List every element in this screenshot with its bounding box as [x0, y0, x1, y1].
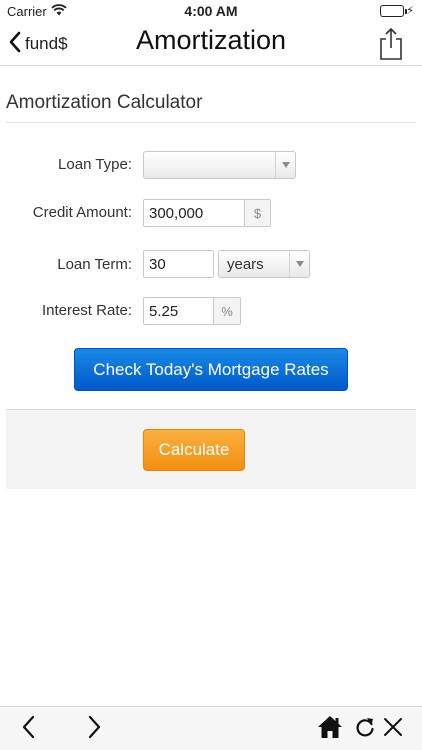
reload-button[interactable]: [350, 714, 380, 744]
chevron-down-icon: [295, 261, 304, 267]
status-time: 4:00 AM: [184, 3, 238, 19]
calculator-title: Amortization Calculator: [6, 92, 203, 113]
interest-rate-input[interactable]: [143, 297, 214, 325]
share-button[interactable]: [376, 27, 406, 61]
forward-arrow-icon: [88, 715, 102, 744]
loan-term-input[interactable]: [143, 250, 214, 278]
battery-icon: [380, 5, 407, 17]
status-bar: Carrier 4:00 AM ⚡: [0, 0, 422, 22]
loan-term-label: Loan Term:: [57, 256, 132, 273]
interest-rate-label: Interest Rate:: [41, 302, 132, 319]
loan-term-unit-value: years: [227, 255, 264, 273]
section-divider: [6, 122, 416, 123]
share-icon: [376, 27, 406, 65]
bottom-toolbar: [0, 706, 422, 750]
credit-amount-input[interactable]: [143, 199, 245, 227]
calculate-panel: Calculate: [6, 409, 416, 489]
loan-term-unit-select[interactable]: years: [218, 250, 310, 278]
page-title: Amortization: [135, 25, 287, 55]
percent-addon: %: [214, 297, 241, 325]
close-icon: [382, 716, 404, 743]
loan-type-label: Loan Type:: [58, 156, 132, 173]
chevron-down-icon: [281, 162, 290, 168]
loan-type-select[interactable]: [143, 151, 296, 179]
close-button[interactable]: [378, 714, 408, 744]
forward-arrow-button[interactable]: [80, 714, 110, 744]
back-arrow-button[interactable]: [13, 714, 43, 744]
screen: Carrier 4:00 AM ⚡ fund$ Amortization Amo…: [0, 0, 422, 750]
currency-addon: $: [245, 199, 271, 227]
reload-icon: [353, 715, 377, 744]
check-mortgage-rates-button[interactable]: Check Today's Mortgage Rates: [74, 348, 348, 391]
home-button[interactable]: [315, 714, 345, 744]
home-icon: [317, 715, 343, 744]
back-arrow-icon: [21, 715, 35, 744]
credit-amount-label: Credit Amount:: [32, 204, 132, 221]
calculate-button[interactable]: Calculate: [143, 429, 245, 471]
charging-bolt-icon: ⚡: [406, 5, 414, 17]
navigation-bar: fund$ Amortization: [0, 22, 422, 66]
